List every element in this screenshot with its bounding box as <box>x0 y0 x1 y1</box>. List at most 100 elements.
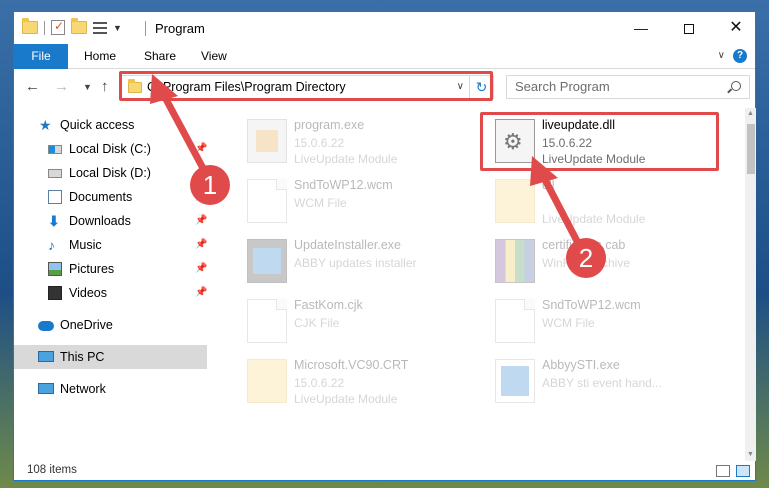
address-folder-icon <box>128 79 142 93</box>
archive-icon <box>495 239 535 283</box>
file-item-fastkom-cjk[interactable]: FastKom.cjk CJK File <box>239 293 475 351</box>
expand-ribbon-chevron-icon[interactable]: ∨ <box>718 50 725 61</box>
sidebar-item-label: Quick access <box>60 118 135 132</box>
file-description: LiveUpdate Module <box>294 152 398 166</box>
navigation-pane: ★ Quick access Local Disk (C:) 📌 Local D… <box>14 109 209 459</box>
file-name: dll <box>542 178 555 192</box>
help-icon[interactable]: ? <box>733 49 747 63</box>
file-name: Microsoft.VC90.CRT <box>294 358 409 372</box>
recent-locations-chevron-icon[interactable]: ▼ <box>83 82 92 92</box>
file-version: 15.0.6.22 <box>294 376 345 390</box>
up-arrow-icon[interactable]: ↑ <box>101 78 109 95</box>
file-item-abbyysti-exe[interactable]: AbbyySTI.exe ABBY sti event hand... <box>487 353 723 411</box>
videos-icon <box>48 286 62 300</box>
address-path[interactable]: C:\Program Files\Program Directory <box>147 80 346 94</box>
sidebar-item-local-disk-d[interactable]: Local Disk (D:) <box>14 161 207 185</box>
tab-share[interactable]: Share <box>130 44 190 69</box>
sidebar-item-documents[interactable]: Documents 📌 <box>14 185 207 209</box>
file-item-program-exe[interactable]: program.exe 15.0.6.22 LiveUpdate Module <box>239 113 475 171</box>
document-file-icon <box>247 299 287 343</box>
folder-document-icon <box>495 179 535 223</box>
file-name: SndToWP12.wcm <box>294 178 393 192</box>
file-item-dll[interactable]: dll LiveUpdate Module <box>487 173 723 231</box>
folder-icon <box>22 18 38 34</box>
sidebar-item-downloads[interactable]: ⬇ Downloads 📌 <box>14 209 207 233</box>
sidebar-item-network[interactable]: Network <box>14 377 207 401</box>
downloads-icon: ⬇ <box>48 213 60 229</box>
minimize-button[interactable]: — <box>618 12 664 44</box>
sidebar-item-music[interactable]: ♪ Music 📌 <box>14 233 207 257</box>
sidebar-item-pictures[interactable]: Pictures 📌 <box>14 257 207 281</box>
sidebar-item-local-disk-c[interactable]: Local Disk (C:) 📌 <box>14 137 207 161</box>
sidebar-item-label: Downloads <box>69 214 131 228</box>
document-file-icon <box>247 179 287 223</box>
search-input[interactable] <box>515 79 715 94</box>
pin-icon[interactable]: 📌 <box>195 233 207 257</box>
pin-icon[interactable]: 📌 <box>195 185 207 209</box>
file-name: AbbyySTI.exe <box>542 358 620 372</box>
properties-icon[interactable] <box>93 21 107 34</box>
music-icon: ♪ <box>48 237 55 253</box>
highlight-box-liveupdate <box>480 112 719 171</box>
drive-d-icon <box>48 169 62 178</box>
pin-icon[interactable]: 📌 <box>195 257 207 281</box>
address-dropdown-icon[interactable]: ∨ <box>457 81 464 92</box>
tab-home[interactable]: Home <box>70 44 130 69</box>
vertical-scrollbar[interactable]: ▲ ▼ <box>745 108 756 461</box>
pin-icon[interactable]: 📌 <box>195 281 207 305</box>
file-name: program.exe <box>294 118 365 132</box>
quick-access-toolbar: ▼ <box>22 18 122 35</box>
sidebar-item-label: Local Disk (C:) <box>69 142 151 156</box>
properties-check-icon[interactable] <box>51 19 65 35</box>
tab-file[interactable]: File <box>14 44 68 69</box>
pictures-icon <box>48 262 62 276</box>
documents-icon <box>48 190 62 204</box>
item-count: 108 items <box>27 464 77 476</box>
document-file-icon <box>495 299 535 343</box>
file-description: LiveUpdate Module <box>294 392 398 406</box>
file-item-updateinstaller-exe[interactable]: UpdateInstaller.exe ABBY updates install… <box>239 233 475 291</box>
window-title: Program <box>155 21 205 36</box>
search-icon[interactable] <box>731 81 741 91</box>
pin-icon[interactable]: 📌 <box>195 137 207 161</box>
scrollbar-thumb[interactable] <box>747 124 755 174</box>
forward-arrow-icon[interactable]: → <box>54 78 69 95</box>
sidebar-item-videos[interactable]: Videos 📌 <box>14 281 207 305</box>
scroll-up-arrow-icon[interactable]: ▲ <box>745 108 756 120</box>
file-item-sndtowp12-wcm-2[interactable]: SndToWP12.wcm WCM File <box>487 293 723 351</box>
file-description: LiveUpdate Module <box>542 212 646 226</box>
maximize-button[interactable] <box>666 12 712 44</box>
file-item-microsoft-vc90-crt[interactable]: Microsoft.VC90.CRT 15.0.6.22 LiveUpdate … <box>239 353 475 411</box>
file-item-certificates-cab[interactable]: certificates.cab WinRAR archive <box>487 233 723 291</box>
file-type: WCM File <box>294 196 347 210</box>
file-list: program.exe 15.0.6.22 LiveUpdate Module … <box>221 109 746 459</box>
sidebar-item-quick-access[interactable]: ★ Quick access <box>14 113 207 137</box>
sidebar-item-label: Local Disk (D:) <box>69 166 151 180</box>
close-button[interactable]: ✕ <box>713 12 759 44</box>
file-item-sndtowp12-wcm[interactable]: SndToWP12.wcm WCM File <box>239 173 475 231</box>
status-bar: 108 items <box>14 461 755 481</box>
sidebar-item-label: Network <box>60 382 106 396</box>
sidebar-item-onedrive[interactable]: OneDrive <box>14 313 207 337</box>
pin-icon[interactable]: 📌 <box>195 209 207 233</box>
title-bar: ▼ Program — ✕ <box>14 12 755 44</box>
application-icon <box>495 359 535 403</box>
setup-file-icon <box>247 119 287 163</box>
sidebar-item-this-pc[interactable]: This PC <box>14 345 207 369</box>
back-arrow-icon[interactable]: ← <box>25 78 40 95</box>
tab-view[interactable]: View <box>187 44 241 69</box>
toolbar-separator <box>44 20 45 35</box>
sidebar-item-label: Music <box>69 238 102 252</box>
file-description: ABBY sti event hand... <box>542 376 662 390</box>
new-folder-icon[interactable] <box>71 18 87 34</box>
file-type: CJK File <box>294 316 340 330</box>
search-box[interactable] <box>506 75 750 99</box>
address-bar[interactable]: C:\Program Files\Program Directory ∨ ↻ <box>121 75 494 99</box>
file-version: 15.0.6.22 <box>294 136 345 150</box>
scroll-down-arrow-icon[interactable]: ▼ <box>745 449 756 461</box>
file-type: WCM File <box>542 316 595 330</box>
refresh-button[interactable]: ↻ <box>469 76 493 98</box>
details-view-icon[interactable] <box>716 465 730 477</box>
large-icons-view-icon[interactable] <box>736 465 750 477</box>
customize-toolbar-chevron-icon[interactable]: ▼ <box>113 23 122 33</box>
